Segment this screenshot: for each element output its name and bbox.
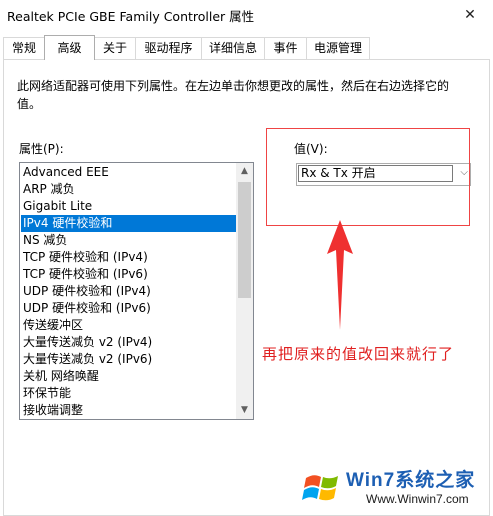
tab-advanced[interactable]: 高级 (44, 35, 95, 60)
tab-events[interactable]: 事件 (264, 37, 307, 59)
window-title: Realtek PCIe GBE Family Controller 属性 (7, 9, 255, 24)
list-scrollbar[interactable]: ▲ ▼ (236, 163, 253, 419)
tab-power-management[interactable]: 电源管理 (306, 37, 370, 59)
list-item[interactable]: Gigabit Lite (21, 198, 236, 215)
list-item[interactable]: UDP 硬件校验和 (IPv6) (21, 300, 236, 317)
highlight-box (266, 128, 470, 226)
tab-driver[interactable]: 驱动程序 (135, 37, 202, 59)
scroll-up-icon[interactable]: ▲ (236, 163, 253, 180)
list-item[interactable]: 环保节能 (21, 385, 236, 402)
tab-details[interactable]: 详细信息 (201, 37, 265, 59)
windows-logo-icon (302, 475, 338, 501)
annotation-text: 再把原来的值改回来就行了 (262, 345, 455, 363)
list-item[interactable]: 大量传送减负 v2 (IPv4) (21, 334, 236, 351)
list-item[interactable]: 关机 网络唤醒 (21, 368, 236, 385)
list-item[interactable]: Advanced EEE (21, 164, 236, 181)
list-item[interactable]: TCP 硬件校验和 (IPv6) (21, 266, 236, 283)
property-listbox[interactable]: Advanced EEE ARP 减负 Gigabit Lite IPv4 硬件… (19, 162, 254, 420)
scroll-down-icon[interactable]: ▼ (236, 402, 253, 419)
description-text: 此网络适配器可使用下列属性。在左边单击你想更改的属性，然后在右边选择它的值。 (17, 79, 450, 111)
tab-about[interactable]: 关于 (94, 37, 136, 59)
watermark-url: Www.Winwin7.com (366, 492, 469, 506)
property-label: 属性(P): (19, 142, 64, 156)
list-item[interactable]: ARP 减负 (21, 181, 236, 198)
list-item-selected[interactable]: IPv4 硬件校验和 (21, 215, 236, 232)
title-bar: Realtek PCIe GBE Family Controller 属性 ✕ (0, 0, 493, 30)
list-item[interactable]: 传送缓冲区 (21, 317, 236, 334)
list-item[interactable]: 大量传送减负 v2 (IPv6) (21, 351, 236, 368)
list-item[interactable]: 接收端调整 (21, 402, 236, 419)
scroll-thumb[interactable] (238, 182, 251, 298)
watermark-brand: Win7系统之家 (346, 470, 476, 491)
watermark: Win7系统之家 Www.Winwin7.com (300, 462, 490, 514)
list-item[interactable]: UDP 硬件校验和 (IPv4) (21, 283, 236, 300)
list-item[interactable]: NS 减负 (21, 232, 236, 249)
close-button[interactable]: ✕ (447, 0, 493, 30)
list-item[interactable]: TCP 硬件校验和 (IPv4) (21, 249, 236, 266)
tab-general[interactable]: 常规 (3, 37, 45, 59)
arrow-up-icon (327, 220, 353, 330)
